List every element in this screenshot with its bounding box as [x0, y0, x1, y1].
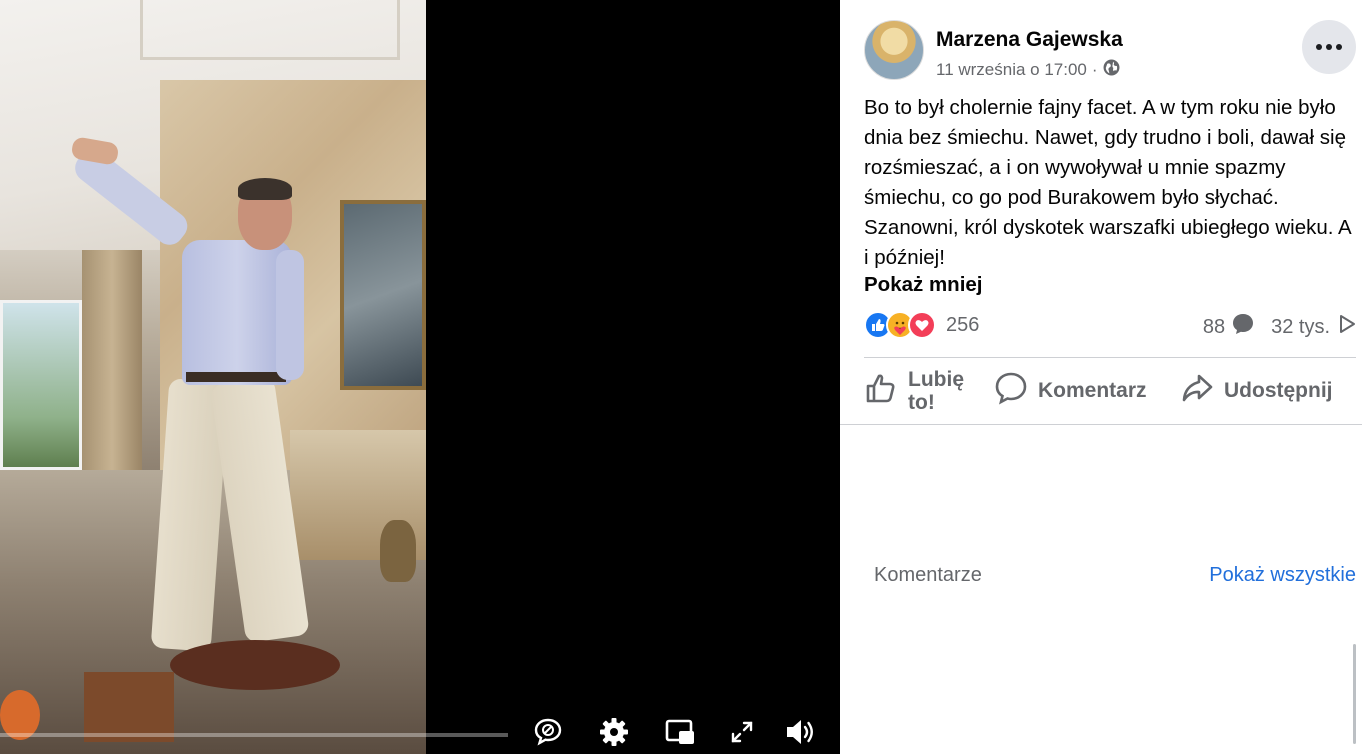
reactions-count: 256: [946, 313, 980, 336]
post-date[interactable]: 11 września o 17:00: [936, 60, 1087, 80]
show-less-link[interactable]: Pokaż mniej: [864, 273, 983, 297]
thumbs-up-icon: [864, 371, 898, 411]
share-button[interactable]: Udostępnij: [1180, 366, 1333, 416]
person-belt: [186, 372, 286, 382]
love-icon: [908, 311, 936, 339]
scene-molding: [140, 0, 400, 60]
more-horizontal-icon: [1315, 38, 1343, 56]
person-arm: [276, 250, 304, 380]
video-player[interactable]: [0, 0, 840, 754]
scene-table: [170, 640, 340, 690]
picture-in-picture-icon: [664, 716, 696, 753]
reactions-summary[interactable]: 256: [864, 311, 979, 339]
scene-vase: [380, 520, 416, 582]
scene-curtain: [82, 250, 142, 490]
picture-in-picture-button[interactable]: [660, 714, 700, 754]
comments-section-label: Komentarze: [874, 564, 982, 586]
volume-icon: [783, 716, 817, 753]
post-text: Bo to był cholernie fajny facet. A w tym…: [864, 96, 1351, 269]
person-hair: [238, 178, 292, 200]
comment-label: Komentarz: [1038, 379, 1147, 402]
show-all-comments-link[interactable]: Pokaż wszystkie: [1209, 564, 1356, 587]
volume-button[interactable]: [780, 714, 820, 754]
divider: [864, 357, 1356, 358]
globe-icon: [1103, 59, 1120, 81]
post-meta: 11 września o 17:00 ·: [936, 59, 1120, 81]
video-frame: [0, 0, 426, 754]
like-label-line1: Lubię: [908, 368, 964, 391]
post-stats: 88 32 tys.: [1203, 312, 1356, 342]
avatar[interactable]: [864, 20, 924, 80]
divider: [840, 424, 1362, 425]
captions-off-icon: [533, 717, 563, 752]
panel-scrollbar[interactable]: [1353, 644, 1356, 744]
share-label: Udostępnij: [1224, 379, 1333, 402]
comment-bubble-icon: [1231, 312, 1255, 342]
comment-outline-icon: [994, 371, 1028, 411]
like-label: Lubię to!: [908, 368, 964, 414]
scene-painting: [340, 200, 426, 390]
comments-count[interactable]: 88: [1203, 316, 1225, 339]
comment-button[interactable]: Komentarz: [994, 366, 1147, 416]
settings-button[interactable]: [594, 714, 634, 754]
video-progress-bar[interactable]: [0, 733, 508, 737]
play-outline-icon: [1338, 314, 1356, 340]
meta-separator: ·: [1091, 60, 1098, 79]
post-panel: Marzena Gajewska 11 września o 17:00 · B…: [840, 0, 1362, 754]
captions-button[interactable]: [528, 714, 568, 754]
share-icon: [1180, 371, 1214, 411]
more-options-button[interactable]: [1302, 20, 1356, 74]
scene-box: [84, 672, 174, 742]
like-button[interactable]: Lubię to!: [864, 366, 964, 416]
fullscreen-icon: [729, 719, 755, 750]
author-name[interactable]: Marzena Gajewska: [936, 28, 1123, 52]
views-count: 32 tys.: [1271, 315, 1330, 338]
gear-icon: [598, 716, 630, 753]
like-label-line2: to!: [908, 391, 935, 414]
scene-window: [0, 300, 82, 470]
fullscreen-button[interactable]: [722, 714, 762, 754]
